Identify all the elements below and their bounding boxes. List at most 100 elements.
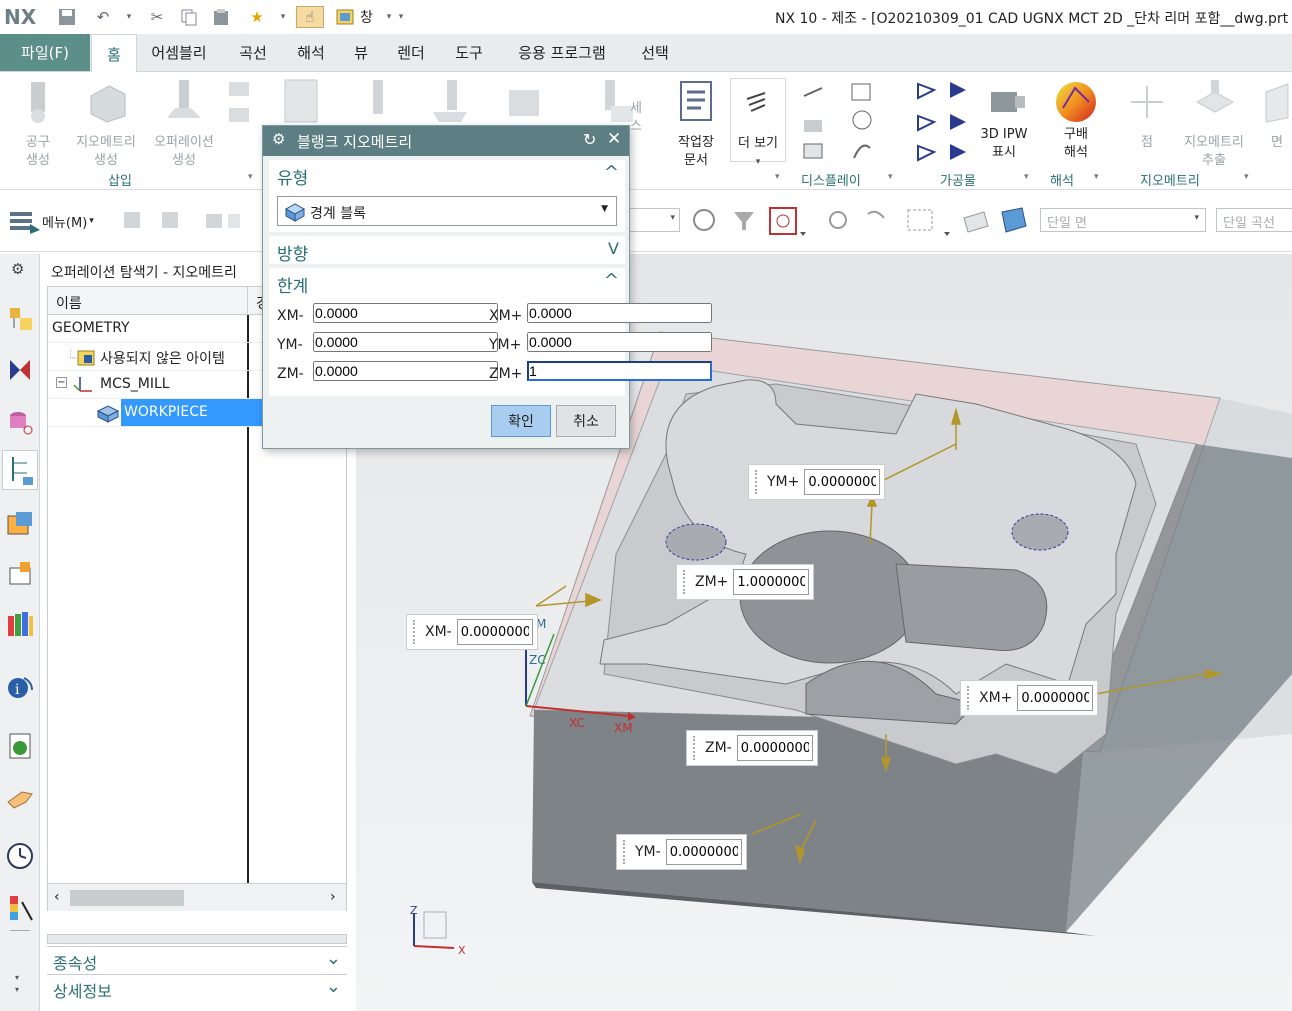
dependencies-section[interactable]: 종속성 ⌄ bbox=[47, 946, 347, 973]
zm-minus-input[interactable] bbox=[313, 361, 498, 381]
workpiece-group-label: 가공물 bbox=[940, 174, 976, 189]
save-icon[interactable] bbox=[56, 6, 78, 28]
3d-ipw-button[interactable]: 3D IPW 표시 bbox=[976, 78, 1032, 162]
star-icon[interactable]: ★ bbox=[246, 6, 268, 28]
dim-zm-plus[interactable]: ZM+ bbox=[676, 564, 815, 600]
zm-plus-input[interactable] bbox=[527, 361, 712, 381]
dim-ym-plus-input[interactable] bbox=[804, 469, 881, 495]
face-rule-dropdown[interactable]: 단일 면 ▾ bbox=[1040, 208, 1206, 232]
workpiece-dropdown-icon[interactable]: ▾ bbox=[1024, 172, 1029, 182]
tab-view[interactable]: 뷰 bbox=[346, 34, 376, 71]
part-navigator-icon[interactable] bbox=[6, 408, 34, 436]
collapse-toggle-icon[interactable]: − bbox=[56, 377, 67, 388]
dim-zm-plus-input[interactable] bbox=[733, 569, 810, 595]
triad-x-label: X bbox=[458, 944, 466, 957]
resbar-more-icon[interactable]: ▾ ▾ bbox=[15, 972, 19, 996]
small-ops-group[interactable] bbox=[226, 78, 252, 154]
create-geometry-button[interactable]: 지오메트리 생성 bbox=[70, 78, 142, 170]
create-operation-button[interactable]: 오퍼레이션 생성 bbox=[146, 78, 222, 170]
more-dropdown-icon[interactable]: ▾ bbox=[390, 6, 412, 28]
analysis-dropdown-icon[interactable]: ▾ bbox=[1094, 172, 1099, 182]
ym-plus-input[interactable] bbox=[527, 332, 712, 352]
dim-ym-minus-input[interactable] bbox=[665, 839, 742, 865]
ok-button[interactable]: 확인 bbox=[491, 405, 551, 437]
info-icon[interactable]: i bbox=[6, 672, 34, 700]
web-browser-icon[interactable] bbox=[6, 732, 34, 760]
snap-tools[interactable] bbox=[688, 204, 1028, 236]
dialog-gear-icon[interactable]: ⚙ bbox=[272, 130, 285, 148]
tab-analysis[interactable]: 해석 bbox=[286, 34, 336, 71]
type-section-header[interactable]: 유형 bbox=[277, 164, 308, 189]
paste-icon[interactable] bbox=[210, 6, 232, 28]
panel-splitter[interactable] bbox=[47, 934, 347, 944]
close-icon[interactable]: ✕ bbox=[607, 129, 621, 149]
horizontal-scrollbar[interactable]: ‹ › bbox=[48, 883, 346, 911]
assembly-navigator-icon[interactable] bbox=[6, 304, 34, 332]
tab-selection[interactable]: 선택 bbox=[632, 34, 678, 71]
dim-ym-plus[interactable]: YM+ bbox=[748, 464, 886, 500]
dim-xm-minus[interactable]: XM- bbox=[406, 614, 538, 650]
machine-navigator-icon[interactable] bbox=[6, 510, 34, 538]
copy-icon[interactable] bbox=[178, 6, 200, 28]
face-button[interactable]: 면 bbox=[1262, 78, 1292, 152]
palette-icon[interactable] bbox=[6, 894, 34, 922]
touch-icon[interactable] bbox=[6, 784, 34, 812]
tab-home[interactable]: 홈 bbox=[91, 34, 137, 73]
settings-gear-icon[interactable]: ⚙ bbox=[11, 260, 24, 278]
geometry-dropdown-icon[interactable]: ▾ bbox=[1244, 172, 1249, 182]
column-header-name[interactable]: 이름 bbox=[48, 287, 248, 315]
point-button[interactable]: 점 bbox=[1120, 78, 1174, 152]
dim-zm-minus-input[interactable] bbox=[736, 735, 813, 761]
reset-icon[interactable]: ↻ bbox=[583, 130, 596, 149]
tab-assembly[interactable]: 어셈블리 bbox=[140, 34, 218, 71]
dim-xm-plus[interactable]: XM+ bbox=[960, 680, 1099, 716]
undo-icon[interactable]: ↶ bbox=[92, 6, 114, 28]
xm-plus-input[interactable] bbox=[527, 303, 712, 323]
extract-geometry-button[interactable]: 지오메트리 추출 bbox=[1178, 78, 1250, 170]
scroll-right-icon[interactable]: › bbox=[330, 889, 336, 905]
cancel-button[interactable]: 취소 bbox=[556, 405, 616, 437]
dropdown-icon[interactable]: ▾ bbox=[272, 6, 294, 28]
group-dropdown-icon[interactable]: ▾ bbox=[775, 172, 780, 182]
scroll-thumb[interactable] bbox=[70, 890, 184, 906]
xm-minus-input[interactable] bbox=[313, 303, 498, 323]
more-button[interactable]: 더 보기 ▾ bbox=[730, 78, 786, 167]
constraint-navigator-icon[interactable] bbox=[6, 356, 34, 384]
curve-rule-dropdown[interactable]: 단일 곡선 bbox=[1216, 208, 1292, 232]
collapse-chevron-icon[interactable]: ^ bbox=[604, 162, 619, 183]
workpiece-icons[interactable] bbox=[914, 78, 974, 162]
collapse-chevron-icon[interactable]: ^ bbox=[604, 270, 619, 291]
operation-navigator-tab[interactable] bbox=[2, 450, 38, 490]
touch-mode-icon[interactable]: ☝ bbox=[296, 6, 324, 28]
tab-tools[interactable]: 도구 bbox=[446, 34, 492, 71]
insert-dropdown-icon[interactable]: ▾ bbox=[248, 172, 253, 182]
cut-icon[interactable]: ✂ bbox=[146, 6, 168, 28]
create-tool-button[interactable]: 공구 생성 bbox=[8, 78, 68, 170]
view-filter-icons[interactable] bbox=[122, 208, 242, 234]
display-dropdown-icon[interactable]: ▾ bbox=[888, 172, 893, 182]
tab-curve[interactable]: 곡선 bbox=[228, 34, 278, 71]
draft-analysis-button[interactable]: 구배 해석 bbox=[1046, 78, 1106, 162]
dim-ym-minus[interactable]: YM- bbox=[616, 834, 747, 870]
type-dropdown[interactable]: 경계 블록 ▼ bbox=[277, 196, 617, 226]
dim-zm-minus[interactable]: ZM- bbox=[686, 730, 818, 766]
tab-render[interactable]: 렌더 bbox=[388, 34, 434, 71]
dialog-titlebar[interactable]: ⚙ 블랭크 지오메트리 ↻ ✕ bbox=[263, 126, 629, 156]
ym-minus-input[interactable] bbox=[313, 332, 498, 352]
undo-dropdown-icon[interactable]: ▾ bbox=[118, 6, 140, 28]
tab-file[interactable]: 파일(F) bbox=[0, 34, 90, 71]
history-clock-icon[interactable] bbox=[6, 842, 34, 870]
scroll-left-icon[interactable]: ‹ bbox=[54, 889, 60, 905]
tab-application[interactable]: 응용 프로그램 bbox=[504, 34, 620, 71]
machine-tool-icon[interactable] bbox=[6, 560, 34, 588]
direction-section[interactable]: 방향 V bbox=[269, 236, 625, 265]
dim-xm-minus-input[interactable] bbox=[456, 619, 533, 645]
details-section[interactable]: 상세정보 ⌄ bbox=[47, 974, 347, 1001]
dim-xm-plus-input[interactable] bbox=[1017, 685, 1094, 711]
menu-button[interactable]: 메뉴(M) ▾ bbox=[8, 208, 94, 234]
svg-text:i: i bbox=[15, 682, 20, 698]
window-icon[interactable] bbox=[334, 6, 356, 28]
window-menu[interactable]: 창 bbox=[360, 6, 373, 28]
shop-documentation-button[interactable]: 작업장 문서 bbox=[668, 78, 724, 170]
library-icon[interactable] bbox=[6, 610, 34, 638]
